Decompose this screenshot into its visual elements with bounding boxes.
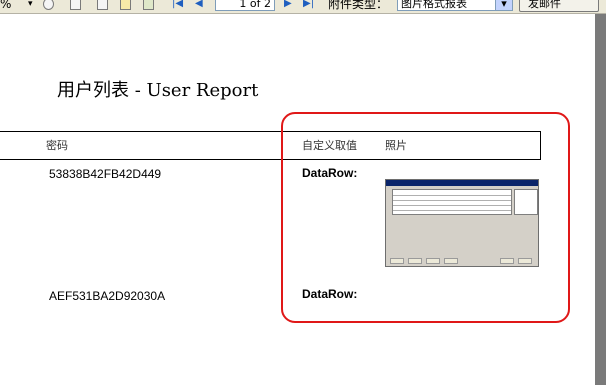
first-page-icon[interactable]: |◀	[172, 0, 183, 10]
send-email-button[interactable]: 发邮件	[519, 0, 599, 12]
last-page-icon[interactable]: ▶|	[303, 0, 314, 10]
page-indicator[interactable]: 1 of 2	[215, 0, 275, 11]
zoom-value[interactable]: %	[0, 0, 11, 12]
highlight-annotation	[281, 112, 570, 323]
row-1-password: 53838B42FB42D449	[49, 167, 162, 181]
export-icon[interactable]	[120, 0, 131, 10]
report-viewer-toolbar: % ▾ |◀ ◀ 1 of 2 ▶ ▶| 附件类型： 图片格式报表 ▾ 发邮件	[0, 0, 606, 14]
column-header-password: 密码	[46, 139, 68, 152]
row-2-password: AEF531BA2D92030A	[49, 289, 166, 303]
next-page-icon[interactable]: ▶	[284, 0, 292, 10]
attachment-type-dropdown-icon[interactable]: ▾	[495, 0, 513, 11]
attachment-type-value: 图片格式报表	[401, 0, 467, 10]
print-icon[interactable]	[143, 0, 154, 10]
page-shadow	[595, 14, 606, 385]
find-icon[interactable]	[43, 0, 54, 10]
attachment-type-label: 附件类型：	[328, 0, 389, 11]
page-setup-icon[interactable]	[70, 0, 81, 10]
previous-page-icon[interactable]: ◀	[195, 0, 203, 10]
print-layout-icon[interactable]	[97, 0, 108, 10]
zoom-dropdown-arrow-icon[interactable]: ▾	[28, 0, 33, 12]
report-title: 用户列表 - User Report	[57, 80, 259, 101]
